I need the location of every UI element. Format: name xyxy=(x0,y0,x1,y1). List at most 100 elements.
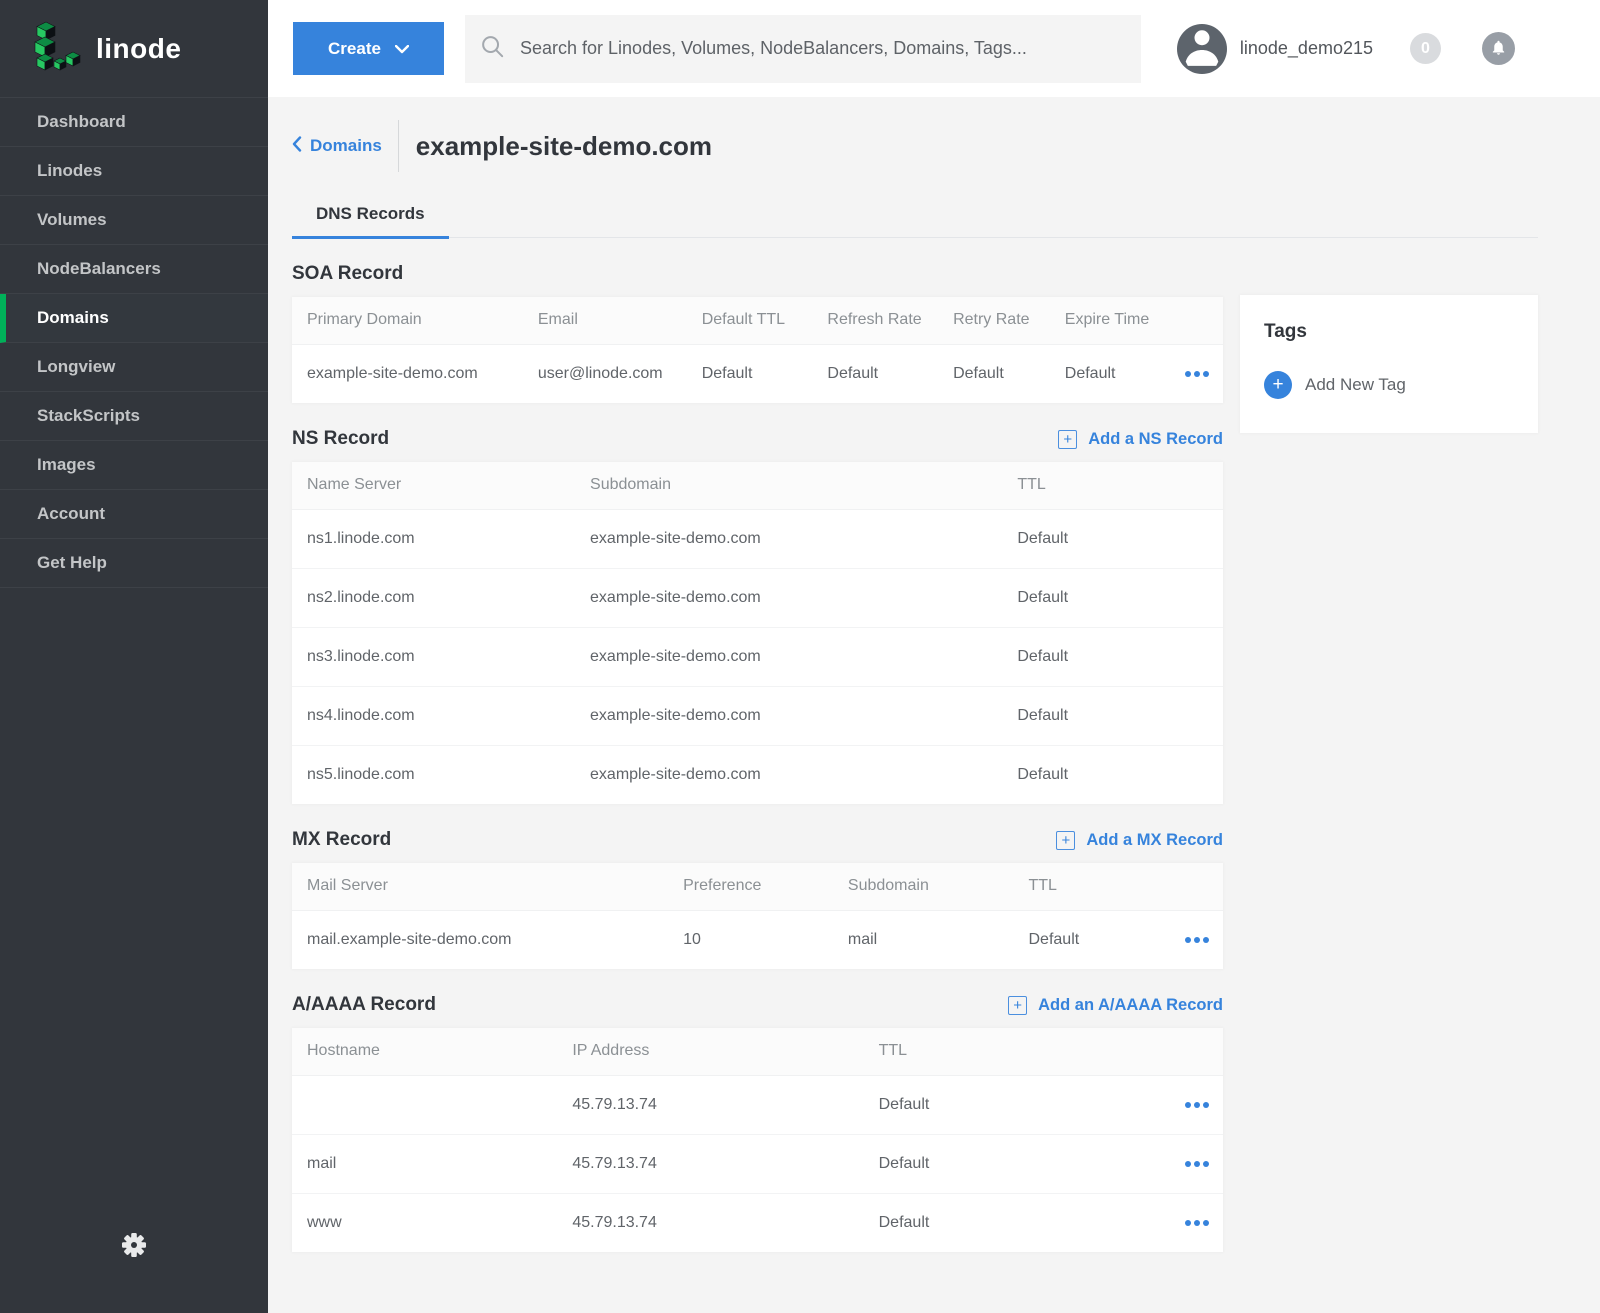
section-soa-record: SOA Record Primary DomainEmailDefault TT… xyxy=(292,263,1223,403)
breadcrumb-back-link[interactable]: Domains xyxy=(292,136,382,157)
table-cell: ns2.linode.com xyxy=(292,568,575,627)
sidebar-item-label: Dashboard xyxy=(37,112,126,132)
row-actions-button[interactable] xyxy=(1178,933,1213,947)
tab-bar: DNS Records xyxy=(292,189,1538,238)
column-header: Expire Time xyxy=(1050,297,1163,344)
a-record-table: HostnameIP AddressTTL 45.79.13.74Default… xyxy=(292,1028,1223,1252)
sidebar-item-get-help[interactable]: Get Help xyxy=(0,539,268,588)
soa-record-card: Primary DomainEmailDefault TTLRefresh Ra… xyxy=(292,297,1223,403)
tab-dns-records[interactable]: DNS Records xyxy=(292,189,449,239)
add-new-tag-label: Add New Tag xyxy=(1305,375,1406,395)
column-header: Refresh Rate xyxy=(812,297,938,344)
sidebar-item-account[interactable]: Account xyxy=(0,490,268,539)
row-actions-button[interactable] xyxy=(1178,1098,1213,1112)
linode-cubes-icon xyxy=(30,20,82,77)
section-head: MX Record + Add a MX Record xyxy=(292,829,1223,851)
sidebar-item-dashboard[interactable]: Dashboard xyxy=(0,98,268,147)
section-ns-record: NS Record + Add a NS Record Name ServerS… xyxy=(292,428,1223,804)
table-cell: www xyxy=(292,1193,557,1252)
section-title: MX Record xyxy=(292,829,391,851)
table-cell-actions xyxy=(1163,1193,1223,1252)
table-cell: Default xyxy=(938,344,1050,403)
table-cell: example-site-demo.com xyxy=(575,568,1002,627)
row-actions-button[interactable] xyxy=(1178,1216,1213,1230)
create-button[interactable]: Create xyxy=(293,22,444,75)
table-cell: Default xyxy=(687,344,813,403)
add-a-record-link[interactable]: + Add an A/AAAA Record xyxy=(1008,996,1223,1015)
search-icon xyxy=(479,33,506,65)
table-cell: ns4.linode.com xyxy=(292,686,575,745)
sidebar-item-longview[interactable]: Longview xyxy=(0,343,268,392)
table-cell: 45.79.13.74 xyxy=(557,1193,863,1252)
sidebar-item-stackscripts[interactable]: StackScripts xyxy=(0,392,268,441)
table-cell xyxy=(292,1075,557,1134)
column-header-actions xyxy=(1163,1028,1223,1075)
user-avatar[interactable] xyxy=(1177,24,1227,74)
sidebar-item-nodebalancers[interactable]: NodeBalancers xyxy=(0,245,268,294)
table-header-row: Primary DomainEmailDefault TTLRefresh Ra… xyxy=(292,297,1223,344)
table-cell: ns1.linode.com xyxy=(292,509,575,568)
app-window: linode Dashboard Linodes Volumes NodeBalanc… xyxy=(0,0,1600,1313)
sidebar-item-domains[interactable]: Domains xyxy=(0,294,268,343)
table-cell: mail xyxy=(292,1134,557,1193)
table-row: 45.79.13.74Default xyxy=(292,1075,1223,1134)
add-new-tag-button[interactable]: + Add New Tag xyxy=(1264,371,1406,399)
plus-square-icon: + xyxy=(1058,430,1077,449)
table-row: example-site-demo.comuser@linode.comDefa… xyxy=(292,344,1223,403)
settings-button[interactable] xyxy=(0,1230,268,1265)
table-cell: 45.79.13.74 xyxy=(557,1075,863,1134)
page-title: example-site-demo.com xyxy=(416,131,712,162)
sidebar-item-label: Images xyxy=(37,455,96,475)
chevron-down-icon xyxy=(395,39,409,59)
chevron-left-icon xyxy=(292,136,302,157)
ns-record-card: Name ServerSubdomainTTL ns1.linode.comex… xyxy=(292,462,1223,804)
table-cell-actions xyxy=(1163,1075,1223,1134)
column-header: TTL xyxy=(864,1028,1163,1075)
row-actions-button[interactable] xyxy=(1178,1157,1213,1171)
add-ns-record-link[interactable]: + Add a NS Record xyxy=(1058,430,1223,449)
columns: SOA Record Primary DomainEmailDefault TT… xyxy=(292,238,1538,1252)
table-cell: ns5.linode.com xyxy=(292,745,575,804)
table-cell: Default xyxy=(864,1193,1163,1252)
global-search xyxy=(465,15,1141,83)
gear-icon xyxy=(119,1230,149,1265)
column-header: Subdomain xyxy=(575,462,1002,509)
section-a-record: A/AAAA Record + Add an A/AAAA Record Hos… xyxy=(292,994,1223,1252)
table-row: ns2.linode.comexample-site-demo.comDefau… xyxy=(292,568,1223,627)
table-cell: Default xyxy=(1002,686,1223,745)
table-header-row: Mail ServerPreferenceSubdomainTTL xyxy=(292,863,1223,910)
tags-panel-title: Tags xyxy=(1264,321,1514,343)
brand-logo[interactable]: linode xyxy=(0,0,268,97)
add-mx-record-link[interactable]: + Add a MX Record xyxy=(1056,831,1223,850)
sidebar-item-volumes[interactable]: Volumes xyxy=(0,196,268,245)
breadcrumb: Domains example-site-demo.com xyxy=(292,118,1538,174)
table-cell: Default xyxy=(1014,910,1164,969)
column-header: Hostname xyxy=(292,1028,557,1075)
table-cell: Default xyxy=(1002,627,1223,686)
username-label[interactable]: linode_demo215 xyxy=(1240,38,1373,59)
sidebar-item-images[interactable]: Images xyxy=(0,441,268,490)
create-button-label: Create xyxy=(328,39,381,59)
column-header-actions xyxy=(1163,297,1223,344)
row-actions-button[interactable] xyxy=(1178,367,1213,381)
table-row: mail.example-site-demo.com10mailDefault xyxy=(292,910,1223,969)
table-row: mail45.79.13.74Default xyxy=(292,1134,1223,1193)
sidebar-item-label: Volumes xyxy=(37,210,107,230)
table-cell: ns3.linode.com xyxy=(292,627,575,686)
search-input[interactable] xyxy=(506,15,1141,83)
column-header: Preference xyxy=(668,863,833,910)
section-title: SOA Record xyxy=(292,263,403,285)
table-cell-actions xyxy=(1163,1134,1223,1193)
mx-record-table: Mail ServerPreferenceSubdomainTTL mail.e… xyxy=(292,863,1223,969)
column-header: Email xyxy=(523,297,687,344)
sidebar-item-label: Account xyxy=(37,504,105,524)
topbar: Create linode_demo215 0 xyxy=(268,0,1600,97)
sidebar-item-label: StackScripts xyxy=(37,406,140,426)
table-cell: user@linode.com xyxy=(523,344,687,403)
table-cell: Default xyxy=(1002,509,1223,568)
sidebar-item-linodes[interactable]: Linodes xyxy=(0,147,268,196)
notifications-button[interactable] xyxy=(1482,32,1515,65)
pending-count-badge[interactable]: 0 xyxy=(1410,33,1441,64)
column-header: Name Server xyxy=(292,462,575,509)
section-head: A/AAAA Record + Add an A/AAAA Record xyxy=(292,994,1223,1016)
